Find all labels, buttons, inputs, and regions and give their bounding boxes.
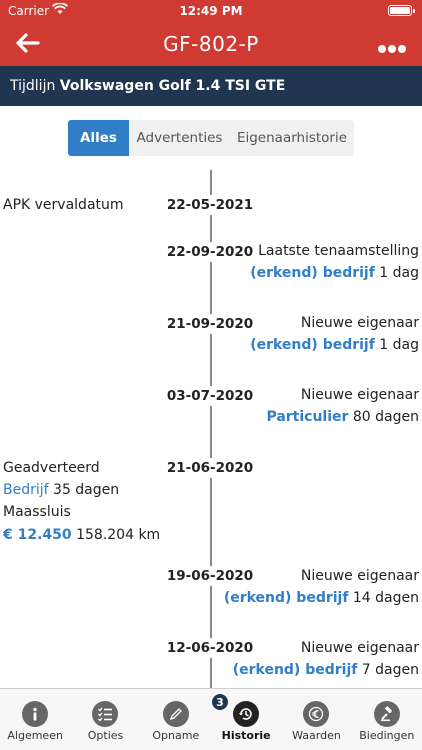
advert-price[interactable]: € 12.450	[3, 527, 72, 543]
entry-title: Laatste tenaamstelling	[258, 243, 419, 259]
entry-duration: 14 dagen	[352, 590, 419, 606]
tab-label: Waarden	[292, 729, 341, 742]
battery-icon	[388, 5, 415, 16]
gavel-icon	[373, 701, 400, 727]
dot-icon	[388, 45, 396, 53]
tab-opname[interactable]: Opname	[141, 689, 211, 750]
entry-duration: 35 dagen	[53, 482, 120, 498]
timeline-entry: Nieuwe eigenaar (erkend) bedrijf 1 dag	[214, 312, 419, 356]
tab-waarden[interactable]: Waarden	[281, 689, 351, 750]
status-bar: Carrier 12:49 PM	[0, 0, 422, 22]
vehicle-subheader: Tijdlijn Volkswagen Golf 1.4 TSI GTE	[0, 66, 422, 106]
owner-type-link[interactable]: (erkend) bedrijf	[250, 265, 375, 281]
entry-location: Maassluis	[3, 504, 71, 520]
page-title: GF-802-P	[163, 32, 259, 56]
timeline-entry: Nieuwe eigenaar Particulier 80 dagen	[214, 384, 419, 428]
entry-title: Geadverteerd	[3, 460, 100, 476]
dot-icon	[398, 45, 406, 53]
tab-label: Opties	[87, 729, 124, 742]
segment-eigenaarhistorie[interactable]: Eigenaarhistorie	[230, 120, 354, 156]
entry-title: Nieuwe eigenaar	[300, 640, 419, 656]
entry-duration: 7 dagen	[361, 662, 419, 678]
timeline-entry: Nieuwe eigenaar (erkend) bedrijf 14 dage…	[214, 565, 419, 609]
segment-advertenties[interactable]: Advertenties	[129, 120, 230, 156]
checklist-icon	[92, 701, 119, 727]
timeline-entry: Laatste tenaamstelling (erkend) bedrijf …	[214, 240, 419, 284]
vehicle-model: Volkswagen Golf 1.4 TSI GTE	[59, 78, 286, 94]
advert-mileage: 158.204 km	[76, 527, 161, 543]
timeline-filter: Alles Advertenties Eigenaarhistorie	[68, 120, 354, 156]
timeline-entry: Nieuwe eigenaar (erkend) bedrijf 7 dagen	[214, 637, 419, 681]
more-button[interactable]	[378, 38, 408, 53]
dot-icon	[378, 45, 386, 53]
tab-label: Algemeen	[7, 729, 63, 742]
owner-type-link[interactable]: (erkend) bedrijf	[224, 590, 349, 606]
seller-type-link[interactable]: Bedrijf	[3, 482, 49, 498]
entry-duration: 1 dag	[379, 337, 419, 353]
subheader-prefix: Tijdlijn	[10, 78, 56, 94]
history-icon	[233, 701, 260, 727]
entry-title: Nieuwe eigenaar	[300, 568, 419, 584]
segment-alles[interactable]: Alles	[68, 120, 129, 156]
timeline-date: 22-05-2021	[150, 195, 270, 215]
info-icon	[22, 701, 49, 727]
tab-opties[interactable]: Opties	[70, 689, 140, 750]
entry-title: Nieuwe eigenaar	[300, 387, 419, 403]
tab-biedingen[interactable]: Biedingen	[352, 689, 422, 750]
navigation-bar: Carrier 12:49 PM GF-802-P	[0, 0, 422, 66]
owner-type-link[interactable]: (erkend) bedrijf	[250, 337, 375, 353]
tab-algemeen[interactable]: Algemeen	[0, 689, 70, 750]
notification-badge: 3	[211, 693, 229, 711]
tab-label: Historie	[221, 729, 271, 742]
entry-duration: 80 dagen	[352, 409, 419, 425]
entry-duration: 1 dag	[379, 265, 419, 281]
tab-label: Opname	[152, 729, 200, 742]
owner-type-link[interactable]: Particulier	[266, 409, 348, 425]
pencil-icon	[162, 701, 189, 727]
euro-icon	[303, 701, 330, 727]
owner-type-link[interactable]: (erkend) bedrijf	[233, 662, 358, 678]
entry-title: Nieuwe eigenaar	[300, 315, 419, 331]
status-time: 12:49 PM	[179, 4, 243, 18]
tab-label: Biedingen	[359, 729, 415, 742]
timeline-entry-left: Geadverteerd Bedrijf 35 dagen Maassluis …	[3, 457, 203, 546]
